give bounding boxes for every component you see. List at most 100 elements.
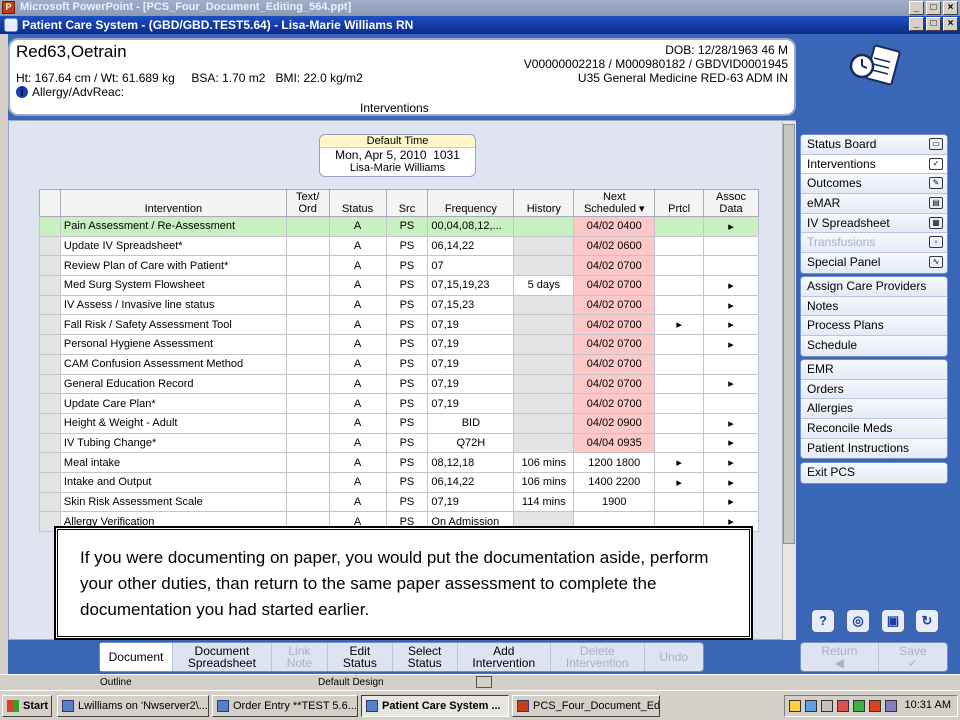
col-header-intervention[interactable]: Intervention — [59, 189, 287, 217]
col-header-prtcl[interactable]: Prtcl — [654, 189, 705, 217]
intervention-cell[interactable]: Med Surg System Flowsheet — [59, 275, 287, 296]
prtcl-cell[interactable] — [654, 393, 705, 414]
history-cell[interactable] — [513, 235, 575, 257]
src-cell[interactable]: PS — [385, 393, 429, 414]
assoc-data-cell[interactable]: ▸ — [703, 452, 759, 473]
assoc-data-cell[interactable] — [703, 393, 759, 414]
table-row[interactable]: Pain Assessment / Re-Assessment A PS 00,04,… — [39, 216, 759, 237]
frequency-cell[interactable]: BID — [427, 412, 515, 434]
row-select-cell[interactable] — [39, 314, 61, 336]
next-scheduled-cell[interactable]: 04/02 0700 — [573, 294, 656, 316]
row-select-cell[interactable] — [39, 471, 61, 493]
ppt-maximize-button[interactable]: □ — [926, 1, 941, 15]
document-spreadsheet-button[interactable]: Document Spreadsheet — [173, 643, 272, 671]
nav-item-iv-spreadsheet[interactable]: IV Spreadsheet ▦ — [801, 213, 947, 234]
frequency-cell[interactable]: 07,19 — [427, 353, 515, 375]
nav-item-emar[interactable]: eMAR ▤ — [801, 194, 947, 214]
next-scheduled-cell[interactable]: 04/02 0700 — [573, 314, 656, 336]
frequency-cell[interactable]: 07,19 — [427, 373, 515, 395]
history-cell[interactable]: 114 mins — [513, 491, 575, 513]
frequency-cell[interactable]: 08,12,18 — [427, 452, 515, 473]
intervention-cell[interactable]: Personal Hygiene Assessment — [59, 334, 287, 355]
table-row[interactable]: General Education Record A PS 07,19 04/02 07… — [39, 373, 759, 395]
row-select-cell[interactable] — [39, 255, 61, 277]
clock[interactable]: 10:31 AM — [905, 699, 951, 711]
col-header-history[interactable]: History — [513, 189, 575, 217]
src-cell[interactable]: PS — [385, 275, 429, 296]
history-cell[interactable] — [513, 314, 575, 336]
text-ord-cell[interactable] — [285, 334, 330, 355]
link-note-button[interactable]: Link Note — [272, 643, 328, 671]
status-cell[interactable]: A — [328, 471, 387, 493]
lock-icon[interactable]: ▣ — [881, 609, 905, 633]
row-select-cell[interactable] — [39, 412, 61, 434]
default-time-box[interactable]: Default Time Mon, Apr 5, 2010 1031 Lisa-… — [319, 134, 476, 177]
intervention-cell[interactable]: Review Plan of Care with Patient* — [59, 255, 287, 277]
prtcl-cell[interactable] — [654, 491, 705, 513]
nav-item-assign-care-providers[interactable]: Assign Care Providers — [801, 277, 947, 297]
nav-item-special-panel[interactable]: Special Panel ∿ — [801, 253, 947, 273]
nav-item-interventions[interactable]: Interventions ✓ — [801, 154, 947, 175]
frequency-cell[interactable]: 07 — [427, 255, 515, 277]
assoc-data-cell[interactable] — [703, 235, 759, 257]
nav-item-emr[interactable]: EMR — [801, 360, 947, 380]
nav-item-status-board[interactable]: Status Board ▭ — [801, 135, 947, 155]
history-cell[interactable] — [513, 373, 575, 395]
status-cell[interactable]: A — [328, 334, 387, 355]
ppt-close-button[interactable]: × — [943, 1, 958, 15]
history-cell[interactable]: 106 mins — [513, 471, 575, 493]
status-cell[interactable]: A — [328, 491, 387, 513]
assoc-data-cell[interactable]: ▸ — [703, 294, 759, 316]
row-select-cell[interactable] — [39, 353, 61, 375]
intervention-cell[interactable]: IV Assess / Invasive line status — [59, 294, 287, 316]
col-header-status[interactable]: Status — [328, 189, 387, 217]
assoc-data-cell[interactable]: ▸ — [703, 334, 759, 355]
ppt-minimize-button[interactable]: _ — [909, 1, 924, 15]
next-scheduled-cell[interactable]: 04/02 0400 — [573, 216, 656, 237]
info-icon[interactable]: i — [16, 86, 28, 98]
col-header-frequency[interactable]: Frequency — [427, 189, 515, 217]
frequency-cell[interactable]: 07,15,23 — [427, 294, 515, 316]
status-cell[interactable]: A — [328, 432, 387, 454]
src-cell[interactable]: PS — [385, 353, 429, 375]
assoc-data-cell[interactable]: ▸ — [703, 471, 759, 493]
src-cell[interactable]: PS — [385, 235, 429, 257]
edit-status-button[interactable]: Edit Status — [328, 643, 393, 671]
table-row[interactable]: Height & Weight - Adult A PS BID 04/02 0900 ▸ — [39, 412, 759, 434]
document-button[interactable]: Document — [100, 643, 173, 671]
text-ord-cell[interactable] — [285, 275, 330, 296]
assoc-data-cell[interactable]: ▸ — [703, 491, 759, 513]
next-scheduled-cell[interactable]: 04/02 0700 — [573, 353, 656, 375]
intervention-cell[interactable]: CAM Confusion Assessment Method — [59, 353, 287, 375]
nav-item-outcomes[interactable]: Outcomes ✎ — [801, 174, 947, 195]
frequency-cell[interactable]: 00,04,08,12,... — [427, 216, 515, 237]
src-cell[interactable]: PS — [385, 294, 429, 316]
nav-item-orders[interactable]: Orders — [801, 379, 947, 400]
src-cell[interactable]: PS — [385, 471, 429, 493]
prtcl-cell[interactable] — [654, 275, 705, 296]
frequency-cell[interactable]: 07,19 — [427, 491, 515, 513]
text-ord-cell[interactable] — [285, 255, 330, 277]
prtcl-cell[interactable] — [654, 334, 705, 355]
table-row[interactable]: Personal Hygiene Assessment A PS 07,19 04/02… — [39, 334, 759, 355]
row-select-cell[interactable] — [39, 235, 61, 257]
status-cell[interactable]: A — [328, 216, 387, 237]
next-scheduled-cell[interactable]: 04/02 0700 — [573, 393, 656, 414]
row-select-cell[interactable] — [39, 334, 61, 355]
nav-item-notes[interactable]: Notes — [801, 296, 947, 317]
table-row[interactable]: Meal intake A PS 08,12,18 106 mins 1200 1800 ▸… — [39, 452, 759, 473]
src-cell[interactable]: PS — [385, 255, 429, 277]
task-powerpoint[interactable]: PCS_Four_Document_Ed... — [512, 695, 660, 717]
add-intervention-button[interactable]: Add Intervention — [458, 643, 552, 671]
tray-icon[interactable] — [869, 700, 881, 712]
nav-item-process-plans[interactable]: Process Plans — [801, 316, 947, 337]
prtcl-cell[interactable] — [654, 432, 705, 454]
assoc-data-cell[interactable]: ▸ — [703, 373, 759, 395]
assoc-data-cell[interactable] — [703, 255, 759, 277]
text-ord-cell[interactable] — [285, 235, 330, 257]
table-row[interactable]: Update Care Plan* A PS 07,19 04/02 0700 — [39, 393, 759, 414]
src-cell[interactable]: PS — [385, 216, 429, 237]
src-cell[interactable]: PS — [385, 452, 429, 473]
next-scheduled-cell[interactable]: 1200 1800 — [573, 452, 656, 473]
intervention-cell[interactable]: Skin Risk Assessment Scale — [59, 491, 287, 513]
